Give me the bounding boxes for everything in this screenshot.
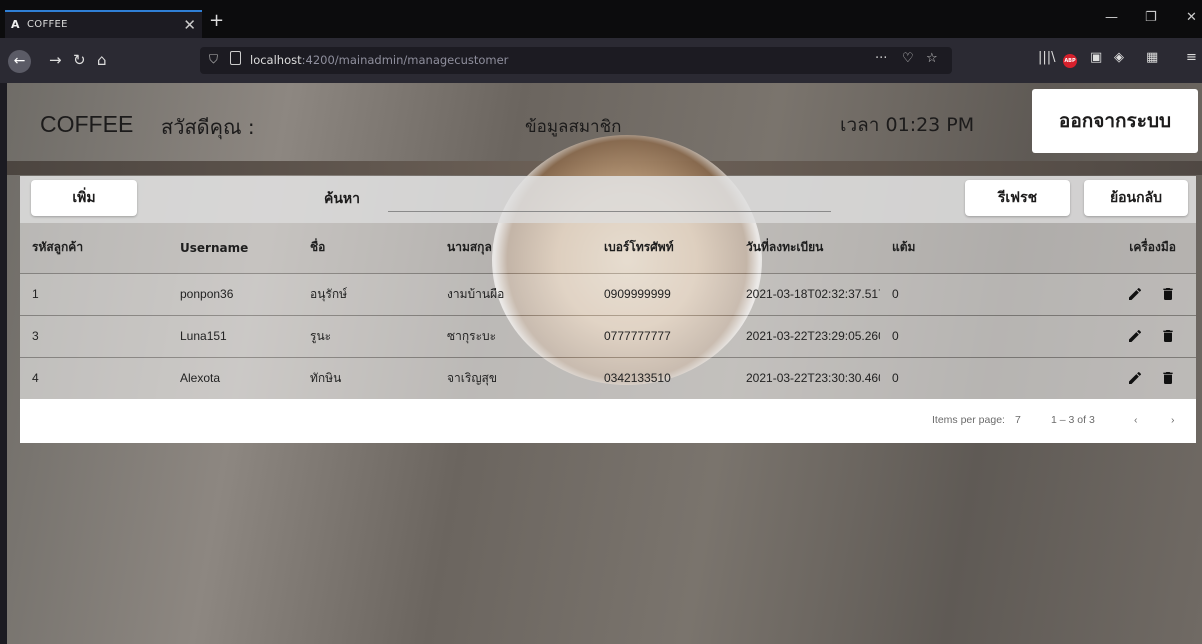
page-icon[interactable] — [230, 51, 241, 65]
page-title: ข้อมูลสมาชิก — [525, 117, 622, 137]
items-per-page-select[interactable]: 7 — [1015, 414, 1021, 426]
cell-phone: 0909999999 — [604, 287, 671, 301]
restore-icon[interactable]: ❐ — [1145, 10, 1157, 25]
shield-icon[interactable]: ⛉ — [209, 52, 218, 67]
table-row: 4 Alexota ทักษิน จาเริญสุข 0342133510 20… — [20, 357, 1196, 399]
tab-favicon: A — [11, 18, 20, 31]
page-range: 1 – 3 of 3 — [1051, 414, 1095, 426]
cell-tools — [950, 273, 1196, 315]
previous-page-icon[interactable]: ‹ — [1134, 414, 1138, 426]
home-icon[interactable]: ⌂ — [97, 51, 107, 69]
cell-phone: 0342133510 — [604, 371, 671, 386]
table-row: 3 Luna151 รูนะ ซากุระบะ 0777777777 2021-… — [20, 315, 1196, 357]
column-header-phone[interactable]: เบอร์โทรศัพท์ — [592, 223, 734, 273]
tab-title: COFFEE — [27, 19, 68, 30]
table-row: 1 ponpon36 อนุรักษ์ งามบ้านผือ 090999999… — [20, 273, 1196, 315]
url-text: localhost:4200/mainadmin/managecustomer — [250, 53, 508, 67]
cell-phone: 0777777777 — [604, 329, 671, 343]
items-per-page-label: Items per page: — [932, 414, 1005, 426]
cell-points: 0 — [892, 329, 899, 343]
extension-icon[interactable]: ◈ — [1114, 50, 1124, 65]
url-path: :4200/mainadmin/managecustomer — [301, 53, 509, 67]
grid-icon[interactable]: ▦ — [1146, 50, 1158, 65]
refresh-button[interactable]: รีเฟรช — [965, 180, 1070, 216]
browser-tab-strip: A COFFEE ✕ + — ❐ ✕ — [0, 0, 1202, 38]
column-header-points[interactable]: แต้ม — [880, 223, 950, 273]
browser-tab[interactable]: A COFFEE ✕ — [5, 10, 202, 38]
cell-tools — [950, 315, 1196, 357]
window-close-icon[interactable]: ✕ — [1186, 10, 1197, 25]
column-header-tools: เครื่องมือ — [1129, 240, 1176, 255]
menu-icon[interactable]: ≡ — [1186, 50, 1197, 65]
cell-lastname: จาเริญสุข — [447, 370, 498, 385]
cell-username: Alexota — [180, 371, 221, 386]
cell-customer-id: 3 — [32, 329, 39, 343]
paginator: Items per page: 7 1 – 3 of 3 ‹ › — [20, 399, 1196, 443]
close-tab-icon[interactable]: ✕ — [183, 16, 196, 34]
search-input[interactable] — [388, 186, 831, 212]
cell-points: 0 — [892, 287, 899, 301]
delete-icon[interactable] — [1160, 328, 1176, 344]
cell-username: Luna151 — [180, 329, 227, 343]
reader-icon[interactable]: ▣ — [1090, 50, 1102, 65]
cell-firstname: อนุรักษ์ — [310, 286, 348, 301]
cell-username: ponpon36 — [180, 287, 234, 301]
column-header-registered[interactable]: วันที่ลงทะเบียน — [734, 223, 880, 273]
browser-navigation-bar: ← → ↻ ⌂ ⛉ localhost:4200/mainadmin/manag… — [0, 38, 1202, 83]
cell-registered: 2021-03-18T02:32:37.517 — [746, 287, 880, 301]
cell-customer-id: 1 — [32, 287, 39, 301]
customer-table: รหัสลูกค้า Username ชื่อ นามสกุล เบอร์โท… — [20, 223, 1196, 399]
minimize-icon[interactable]: — — [1105, 10, 1118, 25]
column-header-customer-id[interactable]: รหัสลูกค้า — [20, 223, 168, 273]
new-tab-icon[interactable]: + — [209, 10, 224, 31]
cell-firstname: รูนะ — [310, 328, 332, 343]
reload-icon[interactable]: ↻ — [73, 51, 86, 69]
table-header-row: รหัสลูกค้า Username ชื่อ นามสกุล เบอร์โท… — [20, 223, 1196, 273]
column-header-firstname[interactable]: ชื่อ — [298, 223, 435, 273]
back-icon[interactable]: ← — [8, 50, 31, 73]
edit-icon[interactable] — [1127, 328, 1143, 344]
greeting-text: สวัสดีคุณ : — [161, 115, 255, 139]
forward-icon[interactable]: → — [49, 51, 62, 69]
cell-lastname: ซากุระบะ — [447, 328, 497, 343]
address-bar[interactable]: ⛉ localhost:4200/mainadmin/managecustome… — [200, 47, 952, 74]
column-header-lastname[interactable]: นามสกุล — [435, 223, 592, 273]
library-icon[interactable]: |||\ — [1038, 50, 1056, 65]
pocket-icon[interactable]: ♡ — [902, 51, 914, 66]
cell-registered: 2021-03-22T23:30:30.460 — [746, 371, 880, 386]
url-host: localhost — [250, 53, 302, 67]
adblock-icon[interactable]: ABP — [1063, 54, 1077, 68]
cell-firstname: ทักษิน — [310, 370, 342, 385]
cell-customer-id: 4 — [32, 371, 39, 386]
clock-text: เวลา 01:23 PM — [840, 114, 975, 136]
bookmark-star-icon[interactable]: ☆ — [926, 51, 938, 66]
add-button[interactable]: เพิ่ม — [31, 180, 137, 216]
back-button[interactable]: ย้อนกลับ — [1084, 180, 1188, 216]
toolbar: เพิ่ม ค้นหา รีเฟรช ย้อนกลับ — [20, 176, 1196, 223]
cell-lastname: งามบ้านผือ — [447, 286, 505, 301]
page-viewport: COFFEE สวัสดีคุณ : ข้อมูลสมาชิก เวลา 01:… — [7, 83, 1202, 644]
cell-tools — [950, 357, 1196, 399]
cell-registered: 2021-03-22T23:29:05.260 — [746, 329, 880, 343]
search-label: ค้นหา — [324, 191, 361, 207]
brand-logo: COFFEE — [40, 111, 134, 137]
more-icon[interactable]: ··· — [875, 51, 887, 66]
delete-icon[interactable] — [1160, 286, 1176, 302]
cell-points: 0 — [892, 371, 899, 386]
edit-icon[interactable] — [1127, 286, 1143, 302]
delete-icon[interactable] — [1160, 370, 1176, 386]
next-page-icon[interactable]: › — [1171, 414, 1175, 426]
column-header-username[interactable]: Username — [168, 223, 298, 273]
logout-button[interactable]: ออกจากระบบ — [1032, 89, 1198, 153]
customer-table-container: รหัสลูกค้า Username ชื่อ นามสกุล เบอร์โท… — [20, 223, 1196, 443]
edit-icon[interactable] — [1127, 370, 1143, 386]
